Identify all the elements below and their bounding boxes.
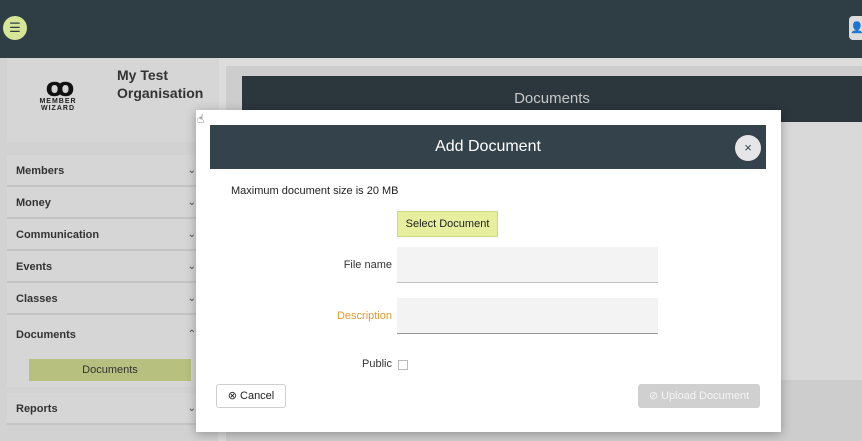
sidebar-item-communication[interactable]: Communication ⌄	[7, 219, 202, 251]
sidebar-subitem-documents[interactable]: Documents	[29, 359, 191, 381]
max-size-note: Maximum document size is 20 MB	[231, 185, 399, 197]
sidebar-item-label: Communication	[16, 229, 100, 241]
chevron-down-icon: ⌄	[187, 229, 196, 240]
chevron-down-icon: ⌄	[187, 293, 196, 304]
cancel-button[interactable]: ⊗ Cancel	[216, 384, 286, 408]
sidebar-item-label: Members	[16, 165, 65, 177]
chevron-down-icon: ⌄	[187, 403, 196, 414]
menu-icon[interactable]: ☰	[3, 16, 27, 40]
top-bar: ☰ 👤	[0, 0, 862, 58]
logo-text-line-1: MEMBER	[39, 98, 77, 105]
organisation-panel: ꝏ MEMBER WIZARD My Test Organisation	[7, 58, 219, 142]
hand-cursor-icon: ☝	[197, 112, 205, 126]
user-icon[interactable]: 👤	[849, 16, 862, 40]
select-document-button[interactable]: Select Document	[397, 211, 498, 237]
chevron-down-icon: ⌄	[187, 261, 196, 272]
sidebar-item-classes[interactable]: Classes ⌄	[7, 283, 202, 315]
sidebar-item-events[interactable]: Events ⌄	[7, 251, 202, 283]
upload-document-button[interactable]: ⊘ Upload Document	[638, 384, 760, 408]
description-field[interactable]	[397, 298, 658, 334]
description-label: Description	[336, 310, 392, 322]
sidebar-item-label: Documents	[16, 329, 76, 341]
public-label: Public	[362, 358, 392, 370]
sidebar-item-label: Classes	[16, 293, 58, 305]
modal-title: Add Document	[435, 138, 541, 155]
chevron-up-icon: ⌃	[187, 329, 196, 340]
sidebar-item-label: Events	[16, 261, 53, 273]
file-name-label: File name	[343, 259, 392, 271]
chevron-down-icon: ⌄	[187, 165, 196, 176]
close-icon[interactable]: ×	[735, 135, 761, 161]
sidebar-nav: Members ⌄ Money ⌄ Communication ⌄ Events ⌄ C…	[7, 155, 202, 425]
sidebar-item-money[interactable]: Money ⌄	[7, 187, 202, 219]
sidebar-item-documents[interactable]: Documents ⌃	[7, 315, 202, 355]
file-name-field[interactable]	[397, 247, 658, 283]
sidebar-item-label: Reports	[16, 403, 58, 415]
chevron-down-icon: ⌄	[187, 197, 196, 208]
sidebar-item-label: Money	[16, 197, 51, 209]
sidebar-item-members[interactable]: Members ⌄	[7, 155, 202, 187]
sidebar-item-reports[interactable]: Reports ⌄	[7, 393, 202, 425]
add-document-modal: Add Document × Maximum document size is …	[196, 110, 781, 432]
member-wizard-logo: ꝏ MEMBER WIZARD	[29, 72, 87, 112]
sidebar-subitem-container: Documents	[7, 355, 202, 387]
modal-header: Add Document ×	[210, 125, 766, 169]
public-checkbox[interactable]	[398, 360, 408, 370]
organisation-name: My Test Organisation	[117, 67, 204, 101]
logo-mark-icon: ꝏ	[45, 72, 75, 102]
logo-text-line-2: WIZARD	[41, 105, 75, 112]
